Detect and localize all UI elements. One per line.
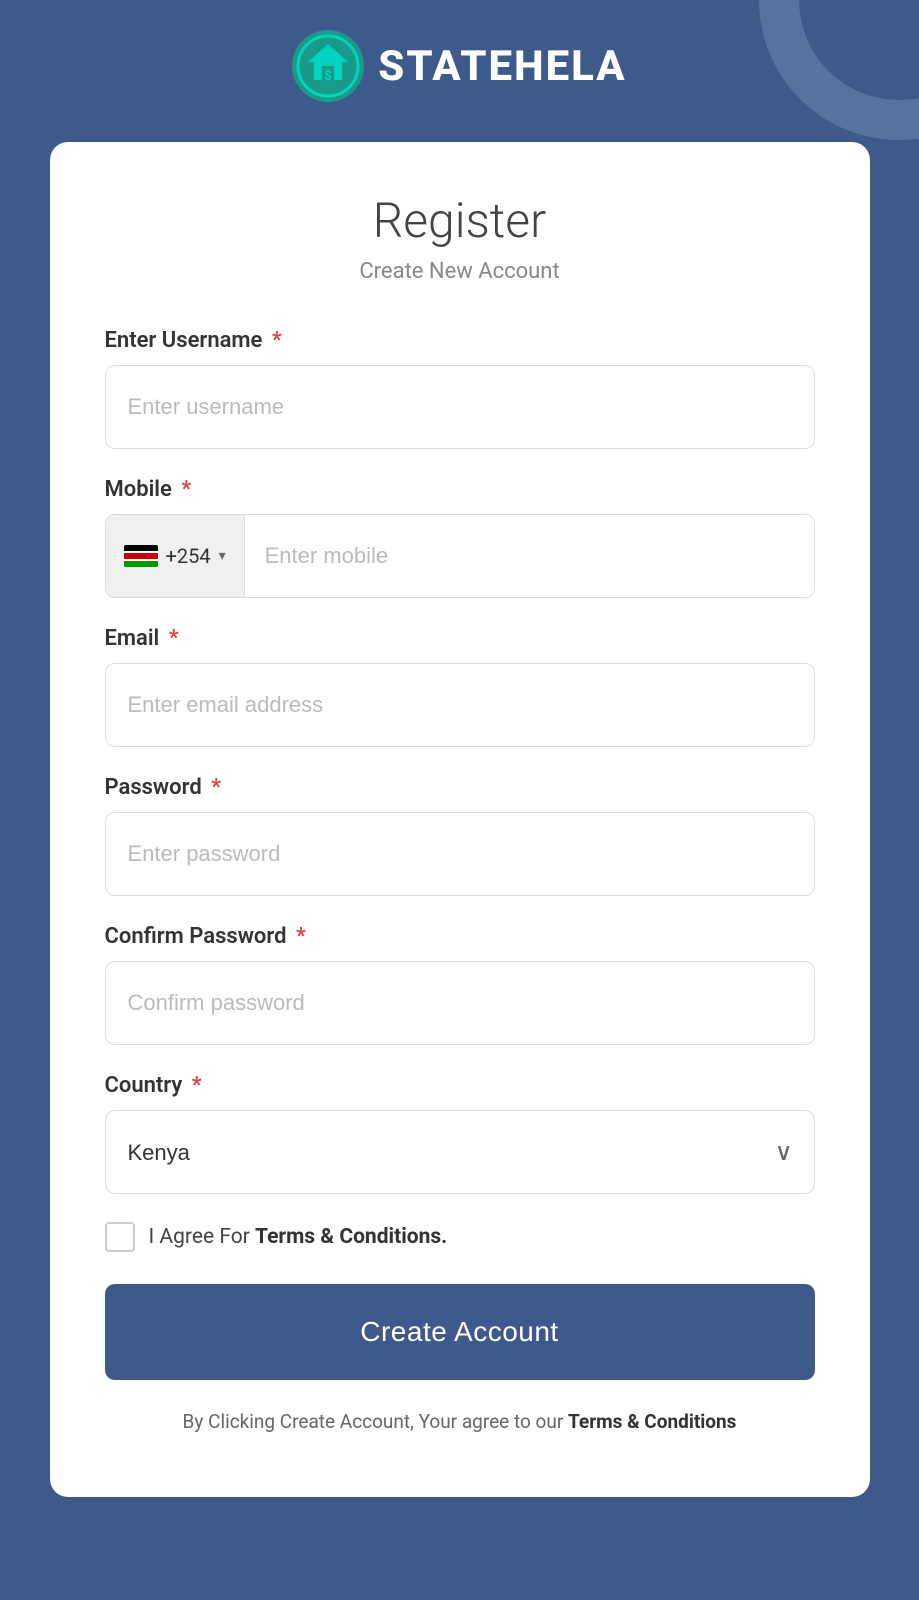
mobile-label: Mobile * bbox=[105, 477, 815, 502]
footer-disclaimer: By Clicking Create Account, Your agree t… bbox=[105, 1408, 815, 1437]
form-title: Register bbox=[105, 192, 815, 249]
logo: $ STATEHELA bbox=[292, 30, 626, 102]
register-card: Register Create New Account Enter Userna… bbox=[50, 142, 870, 1497]
brand-name: STATEHELA bbox=[378, 42, 626, 91]
email-required: * bbox=[169, 626, 179, 651]
mobile-row: +254 ▾ bbox=[105, 514, 815, 598]
footer-terms-link[interactable]: Terms & Conditions bbox=[568, 1410, 736, 1433]
username-input[interactable] bbox=[105, 365, 815, 449]
header: $ STATEHELA bbox=[0, 0, 919, 142]
confirm-password-required: * bbox=[296, 924, 306, 949]
username-label: Enter Username * bbox=[105, 328, 815, 353]
country-code-value: +254 bbox=[166, 544, 211, 568]
header-decoration bbox=[739, 0, 919, 140]
country-code-selector[interactable]: +254 ▾ bbox=[106, 515, 245, 597]
register-form: Enter Username * Mobile * bbox=[105, 328, 815, 1437]
email-input[interactable] bbox=[105, 663, 815, 747]
create-account-button[interactable]: Create Account bbox=[105, 1284, 815, 1380]
password-label: Password * bbox=[105, 775, 815, 800]
country-code-chevron-icon: ▾ bbox=[219, 548, 226, 564]
email-label: Email * bbox=[105, 626, 815, 651]
country-required: * bbox=[192, 1073, 202, 1098]
country-select[interactable]: Kenya Uganda Tanzania Rwanda bbox=[105, 1110, 815, 1194]
terms-row: I Agree For Terms & Conditions. bbox=[105, 1222, 815, 1252]
country-select-wrap: Kenya Uganda Tanzania Rwanda ∨ bbox=[105, 1110, 815, 1194]
logo-icon: $ bbox=[292, 30, 364, 102]
confirm-password-group: Confirm Password * bbox=[105, 924, 815, 1045]
confirm-password-label: Confirm Password * bbox=[105, 924, 815, 949]
username-required: * bbox=[272, 328, 282, 353]
mobile-input[interactable] bbox=[245, 515, 814, 597]
terms-checkbox[interactable] bbox=[105, 1222, 135, 1252]
password-group: Password * bbox=[105, 775, 815, 896]
mobile-required: * bbox=[181, 477, 191, 502]
username-group: Enter Username * bbox=[105, 328, 815, 449]
country-group: Country * Kenya Uganda Tanzania Rwanda ∨ bbox=[105, 1073, 815, 1194]
terms-link[interactable]: Terms & Conditions. bbox=[255, 1225, 447, 1249]
form-subtitle: Create New Account bbox=[105, 259, 815, 284]
mobile-group: Mobile * +254 ▾ bbox=[105, 477, 815, 598]
svg-text:$: $ bbox=[325, 69, 332, 84]
confirm-password-input[interactable] bbox=[105, 961, 815, 1045]
email-group: Email * bbox=[105, 626, 815, 747]
password-required: * bbox=[211, 775, 221, 800]
password-input[interactable] bbox=[105, 812, 815, 896]
terms-text: I Agree For Terms & Conditions. bbox=[149, 1225, 448, 1249]
country-label: Country * bbox=[105, 1073, 815, 1098]
kenya-flag-icon bbox=[124, 545, 158, 567]
